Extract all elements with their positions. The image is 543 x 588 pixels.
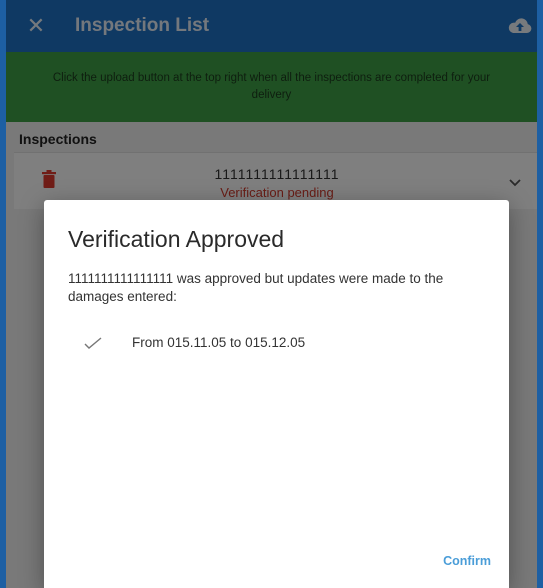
- change-list-item: From 015.11.05 to 015.12.05: [80, 333, 480, 355]
- right-edge-strip: [537, 0, 543, 588]
- confirm-button[interactable]: Confirm: [441, 550, 493, 572]
- verification-dialog: Verification Approved 1111111111111111 w…: [44, 200, 509, 588]
- dialog-message: 1111111111111111 was approved but update…: [68, 271, 444, 304]
- left-edge-strip: [0, 0, 6, 588]
- change-text: From 015.11.05 to 015.12.05: [132, 335, 306, 350]
- app-screen: ✕ Inspection List Click the upload butto…: [0, 0, 543, 588]
- check-icon: [84, 336, 102, 350]
- dialog-title: Verification Approved: [68, 226, 285, 252]
